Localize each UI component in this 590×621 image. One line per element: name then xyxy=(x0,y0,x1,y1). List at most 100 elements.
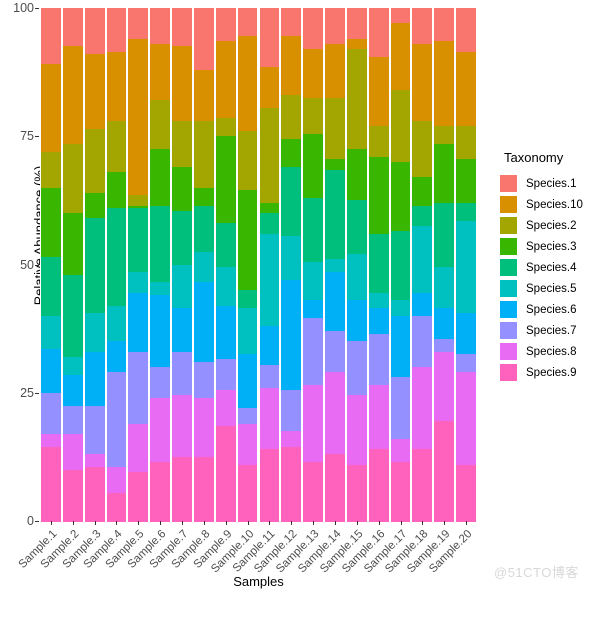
bar-segment[interactable] xyxy=(456,51,476,127)
bar-segment[interactable] xyxy=(106,467,127,494)
bar-segment[interactable] xyxy=(390,231,411,301)
bar-stack[interactable] xyxy=(456,8,476,522)
bar-segment[interactable] xyxy=(259,108,280,204)
bar-segment[interactable] xyxy=(193,120,214,189)
bar-segment[interactable] xyxy=(215,359,236,391)
bar-segment[interactable] xyxy=(84,405,105,455)
bar-segment[interactable] xyxy=(215,223,236,268)
bar-segment[interactable] xyxy=(128,208,149,273)
bar-segment[interactable] xyxy=(128,195,149,207)
bar-segment[interactable] xyxy=(128,351,149,425)
bar-segment[interactable] xyxy=(62,356,83,376)
bar-segment[interactable] xyxy=(128,292,149,353)
bar-segment[interactable] xyxy=(281,279,302,391)
bar-segment[interactable] xyxy=(346,49,367,150)
bar-segment[interactable] xyxy=(412,315,433,368)
bar-segment[interactable] xyxy=(193,8,214,71)
bar-segment[interactable] xyxy=(172,8,192,48)
bar-segment[interactable] xyxy=(412,449,433,522)
bar-segment[interactable] xyxy=(150,43,171,101)
bar-segment[interactable] xyxy=(237,36,258,132)
bar-segment[interactable] xyxy=(456,464,476,522)
bar-segment[interactable] xyxy=(456,202,476,222)
bar-segment[interactable] xyxy=(368,385,389,450)
bar-segment[interactable] xyxy=(62,8,83,48)
bar-segment[interactable] xyxy=(368,156,389,235)
legend-item[interactable]: Species.2 xyxy=(500,215,590,236)
bar-segment[interactable] xyxy=(434,41,455,127)
bar-stack[interactable] xyxy=(106,8,127,522)
bar-segment[interactable] xyxy=(128,8,149,40)
bar-segment[interactable] xyxy=(62,433,83,471)
bar-segment[interactable] xyxy=(434,202,455,268)
bar-segment[interactable] xyxy=(237,290,258,309)
bar-segment[interactable] xyxy=(237,464,258,522)
bar-segment[interactable] xyxy=(172,456,192,522)
bar-segment[interactable] xyxy=(390,315,411,378)
bar-segment[interactable] xyxy=(390,438,411,463)
bar-segment[interactable] xyxy=(150,367,171,399)
bar-segment[interactable] xyxy=(106,208,127,307)
bar-segment[interactable] xyxy=(303,8,323,50)
bar-segment[interactable] xyxy=(259,202,280,214)
bar-segment[interactable] xyxy=(368,56,389,127)
bar-segment[interactable] xyxy=(325,272,345,332)
bar-segment[interactable] xyxy=(325,159,345,171)
bar-segment[interactable] xyxy=(259,449,280,522)
legend-item[interactable]: Species.3 xyxy=(500,236,590,257)
bar-stack[interactable] xyxy=(368,8,389,522)
bar-segment[interactable] xyxy=(62,405,83,435)
bar-segment[interactable] xyxy=(237,423,258,466)
bar-segment[interactable] xyxy=(193,397,214,458)
bar-segment[interactable] xyxy=(346,300,367,343)
bar-segment[interactable] xyxy=(84,313,105,353)
bar-segment[interactable] xyxy=(128,423,149,473)
bar-segment[interactable] xyxy=(412,205,433,227)
bar-segment[interactable] xyxy=(84,218,105,314)
bar-stack[interactable] xyxy=(390,8,411,522)
bar-segment[interactable] xyxy=(259,364,280,389)
bar-segment[interactable] xyxy=(303,261,323,301)
bar-segment[interactable] xyxy=(368,8,389,58)
bar-segment[interactable] xyxy=(215,426,236,522)
bar-segment[interactable] xyxy=(193,251,214,284)
bar-stack[interactable] xyxy=(434,8,455,522)
bar-segment[interactable] xyxy=(456,354,476,373)
bar-segment[interactable] xyxy=(62,213,83,276)
bar-segment[interactable] xyxy=(150,397,171,463)
bar-segment[interactable] xyxy=(259,66,280,109)
bar-segment[interactable] xyxy=(172,351,192,396)
bar-segment[interactable] xyxy=(62,469,83,522)
bar-segment[interactable] xyxy=(41,392,61,435)
legend-item[interactable]: Species.8 xyxy=(500,341,590,362)
bar-segment[interactable] xyxy=(281,138,302,168)
bar-segment[interactable] xyxy=(303,318,323,386)
bar-segment[interactable] xyxy=(456,125,476,160)
bar-segment[interactable] xyxy=(150,295,171,368)
bar-segment[interactable] xyxy=(281,446,302,522)
bar-segment[interactable] xyxy=(62,274,83,358)
bar-segment[interactable] xyxy=(325,97,345,160)
bar-segment[interactable] xyxy=(41,151,61,189)
bar-segment[interactable] xyxy=(325,169,345,260)
bar-stack[interactable] xyxy=(41,8,61,522)
bar-segment[interactable] xyxy=(62,143,83,214)
bar-segment[interactable] xyxy=(41,187,61,258)
bar-segment[interactable] xyxy=(303,300,323,319)
bar-stack[interactable] xyxy=(325,8,345,522)
bar-segment[interactable] xyxy=(237,354,258,409)
bar-segment[interactable] xyxy=(346,38,367,50)
bar-segment[interactable] xyxy=(346,254,367,301)
bar-segment[interactable] xyxy=(41,8,61,66)
bar-segment[interactable] xyxy=(368,292,389,309)
bar-segment[interactable] xyxy=(412,177,433,207)
bar-segment[interactable] xyxy=(303,197,323,263)
legend-item[interactable]: Species.4 xyxy=(500,257,590,278)
bar-segment[interactable] xyxy=(193,456,214,522)
bar-segment[interactable] xyxy=(128,38,149,196)
bar-segment[interactable] xyxy=(215,8,236,42)
bar-segment[interactable] xyxy=(259,326,280,366)
bar-segment[interactable] xyxy=(193,69,214,122)
bar-segment[interactable] xyxy=(215,118,236,137)
bar-segment[interactable] xyxy=(106,8,127,53)
